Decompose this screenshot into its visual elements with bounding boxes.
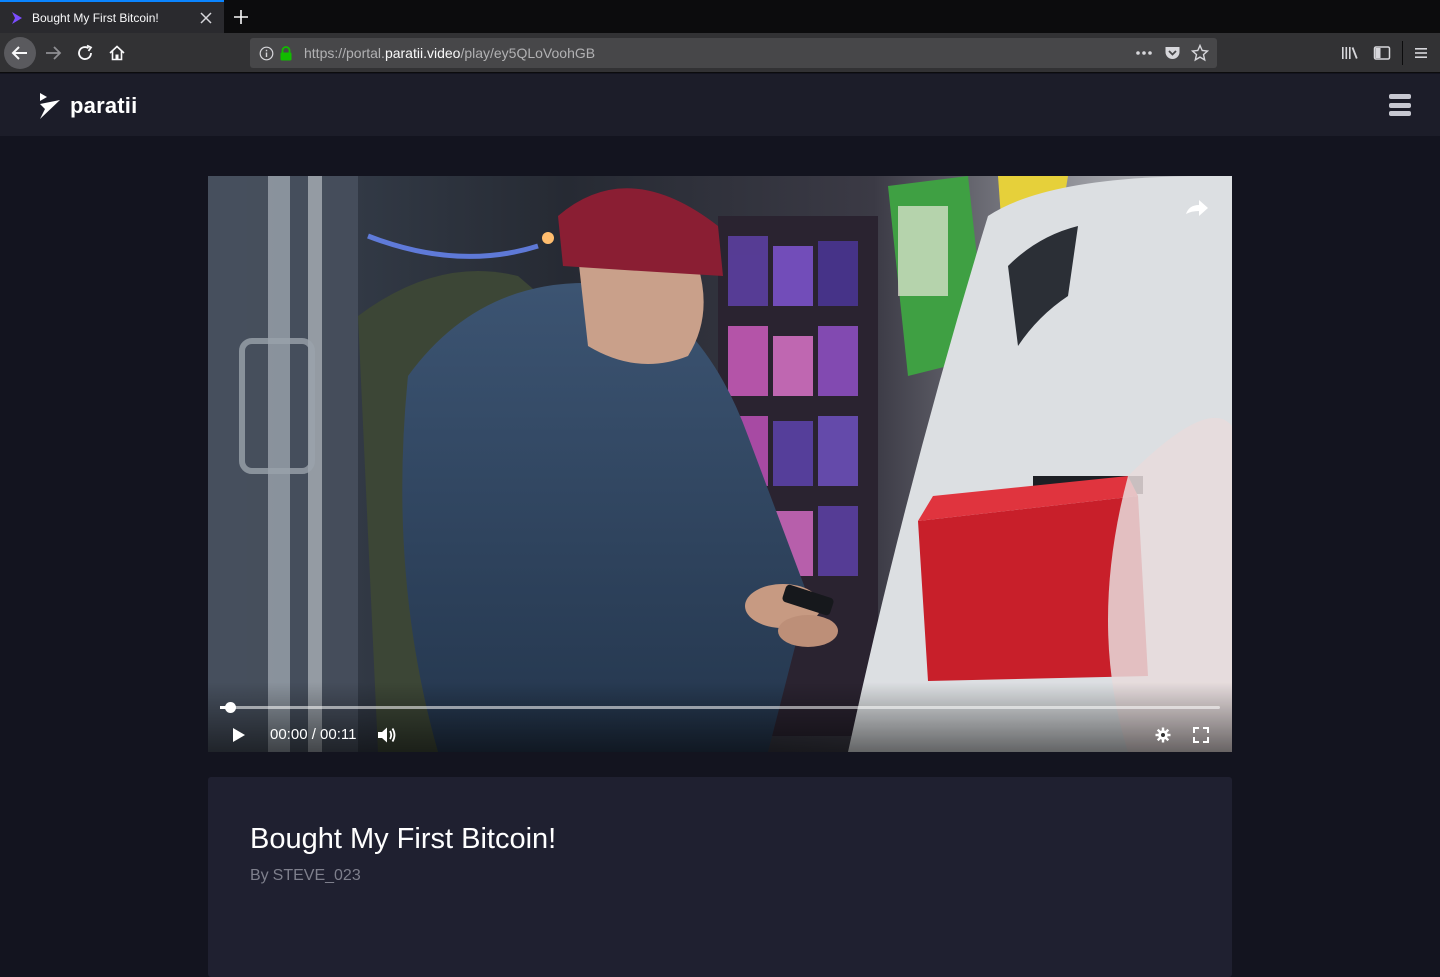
browser-tab[interactable]: Bought My First Bitcoin! [0,0,224,33]
share-icon[interactable] [1184,198,1210,218]
library-icon[interactable] [1338,41,1362,65]
url-host: paratii.video [384,45,461,61]
fullscreen-button[interactable] [1191,725,1211,745]
home-icon [109,45,125,61]
main-content: 00:00 / 00:11 Bought My First Bitcoin! B… [0,136,1440,977]
forward-button[interactable] [37,37,69,69]
play-button[interactable] [230,726,248,744]
video-frame [208,176,1232,752]
volume-icon [378,727,396,743]
pocket-icon[interactable] [1163,44,1181,62]
back-button[interactable] [4,37,36,69]
url-bar[interactable]: https://portal.paratii.video/play/ey5QLo… [250,38,1217,68]
paratii-logo-icon [40,93,60,119]
bookmark-star-icon[interactable] [1191,44,1209,62]
paratii-logo[interactable]: paratii [38,91,137,121]
author-prefix: By [250,867,269,884]
video-author: By STEVE_023 [250,867,361,885]
sidebar-toggle-icon[interactable] [1370,41,1394,65]
fullscreen-icon [1193,727,1209,743]
author-name[interactable]: STEVE_023 [273,867,361,884]
paratii-favicon-icon [10,11,24,25]
info-icon[interactable] [258,45,274,61]
video-title: Bought My First Bitcoin! [250,823,557,855]
reload-button[interactable] [69,37,101,69]
new-tab-button[interactable] [230,6,252,28]
video-info-card: Bought My First Bitcoin! By STEVE_023 [208,777,1232,977]
app-header: paratii [0,74,1440,136]
reload-icon [78,44,93,60]
close-tab-icon[interactable] [198,10,214,26]
home-button[interactable] [101,37,133,69]
volume-button[interactable] [376,725,398,745]
gear-icon [1155,727,1171,743]
browser-navigation-bar: https://portal.paratii.video/play/ey5QLo… [0,33,1440,73]
seek-bar[interactable] [220,702,1220,713]
page-actions-icon[interactable] [1135,44,1153,62]
seek-handle[interactable] [225,702,236,713]
url-path: /play/ey5QLoVoohGB [460,45,596,61]
time-display: 00:00 / 00:11 [270,726,357,743]
url-prefix: https://portal. [304,45,385,61]
logo-text: paratii [70,93,138,118]
settings-button[interactable] [1153,725,1173,745]
truncated-meta-line [250,894,310,900]
lock-icon[interactable] [278,45,294,61]
menu-icon[interactable] [1409,41,1433,65]
player-controls: 00:00 / 00:11 [208,682,1232,752]
url-text[interactable]: https://portal.paratii.video/play/ey5QLo… [304,45,1135,61]
video-player[interactable]: 00:00 / 00:11 [208,176,1232,752]
browser-tab-bar: Bought My First Bitcoin! [0,0,1440,33]
toolbar-divider [1402,41,1403,65]
arrow-right-icon [46,46,62,60]
play-icon [233,728,245,742]
arrow-left-icon [11,46,27,60]
plus-icon [234,10,248,24]
app-menu-icon[interactable] [1389,94,1411,116]
tab-title: Bought My First Bitcoin! [32,10,159,25]
